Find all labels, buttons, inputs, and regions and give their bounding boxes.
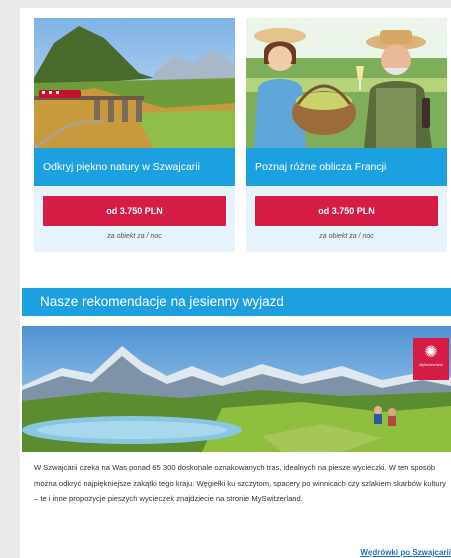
price-button[interactable]: od 3.750 PLN — [43, 196, 226, 226]
france-couple-photo[interactable] — [246, 18, 447, 148]
offer-title[interactable]: Poznaj różne oblicza Francji — [246, 148, 447, 186]
logo-wordmark: MySwitzerland — [419, 363, 443, 367]
price-button[interactable]: od 3.750 PLN — [255, 196, 438, 226]
section-banner: Nasze rekomendacje na jesienny wyjazd — [22, 288, 451, 316]
offer-title[interactable]: Odkryj piękno natury w Szwajcarii — [34, 148, 235, 186]
offer-card-france[interactable]: Poznaj różne oblicza Francji od 3.750 PL… — [246, 18, 447, 252]
section-description: W Szwajcarii czeka na Was ponad 65 300 d… — [34, 463, 446, 503]
price-note: za obiekt za / noc — [107, 233, 162, 240]
newsletter-page: Odkryj piękno natury w Szwajcarii od 3.7… — [20, 8, 451, 558]
myswitzerland-logo[interactable]: ✺ MySwitzerland — [413, 338, 449, 380]
switzerland-train-photo[interactable] — [34, 18, 235, 148]
alps-lake-photo[interactable]: ✺ MySwitzerland — [22, 326, 451, 452]
offer-card-switzerland[interactable]: Odkryj piękno natury w Szwajcarii od 3.7… — [34, 18, 235, 252]
price-note: za obiekt za / noc — [319, 233, 374, 240]
sun-icon: ✺ — [424, 344, 438, 361]
hiking-switzerland-link[interactable]: Wędrówki po Szwajcarii — [360, 548, 451, 557]
